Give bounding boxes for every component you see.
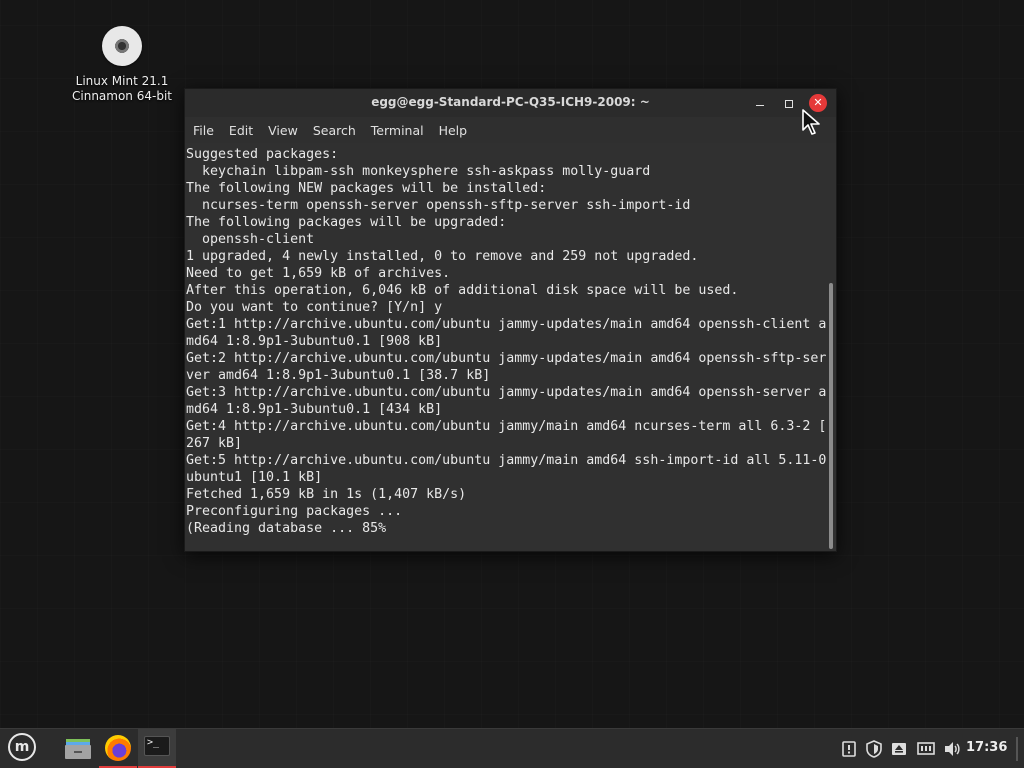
minimize-icon — [756, 104, 764, 107]
disc-icon — [102, 26, 142, 66]
menu-help[interactable]: Help — [439, 123, 468, 138]
desktop-icon-linux-mint-disc[interactable]: Linux Mint 21.1 Cinnamon 64-bit — [60, 24, 184, 104]
menu-file[interactable]: File — [193, 123, 214, 138]
window-titlebar[interactable]: egg@egg-Standard-PC-Q35-ICH9-2009: ~ ✕ — [185, 89, 836, 117]
firefox-icon — [105, 735, 131, 761]
folder-icon — [65, 739, 91, 759]
taskbar-clock[interactable]: 17:36 — [966, 740, 1007, 755]
terminal-window: egg@egg-Standard-PC-Q35-ICH9-2009: ~ ✕ F… — [184, 88, 837, 552]
menubar: File Edit View Search Terminal Help — [185, 117, 836, 143]
network-icon — [917, 742, 935, 755]
desktop-icon-label-line1: Linux Mint 21.1 — [75, 74, 169, 88]
maximize-button[interactable] — [780, 94, 798, 112]
maximize-icon — [785, 99, 793, 108]
taskbar-firefox-button[interactable] — [99, 729, 137, 768]
menu-view[interactable]: View — [268, 123, 298, 138]
minimize-button[interactable] — [751, 94, 769, 112]
terminal-output: Suggested packages: keychain libpam-ssh … — [186, 147, 827, 536]
taskbar-terminal-button[interactable]: >_ — [138, 729, 176, 768]
start-menu-button[interactable]: m — [4, 729, 40, 768]
notification-icon — [842, 741, 856, 757]
volume-icon — [945, 742, 960, 756]
eject-icon — [892, 743, 906, 755]
menu-search[interactable]: Search — [313, 123, 356, 138]
terminal-area[interactable]: Suggested packages: keychain libpam-ssh … — [185, 143, 836, 551]
tray-update-manager[interactable] — [862, 729, 884, 768]
tray-volume[interactable] — [940, 729, 962, 768]
taskbar: m >_ 17:36 — [0, 728, 1024, 768]
terminal-scrollbar[interactable] — [829, 283, 833, 549]
menu-terminal[interactable]: Terminal — [371, 123, 424, 138]
tray-removable-drives[interactable] — [888, 729, 910, 768]
taskbar-files-button[interactable] — [60, 729, 96, 768]
desktop-icon-label-line2: Cinnamon 64-bit — [72, 89, 172, 103]
shield-icon — [866, 740, 882, 758]
mouse-cursor-icon — [802, 109, 820, 135]
window-title: egg@egg-Standard-PC-Q35-ICH9-2009: ~ — [371, 95, 650, 109]
tray-network[interactable] — [914, 729, 936, 768]
terminal-icon: >_ — [144, 736, 170, 756]
show-desktop-button[interactable] — [1016, 737, 1018, 761]
linux-mint-logo-icon: m — [8, 733, 36, 761]
tray-notifications[interactable] — [838, 729, 860, 768]
menu-edit[interactable]: Edit — [229, 123, 253, 138]
